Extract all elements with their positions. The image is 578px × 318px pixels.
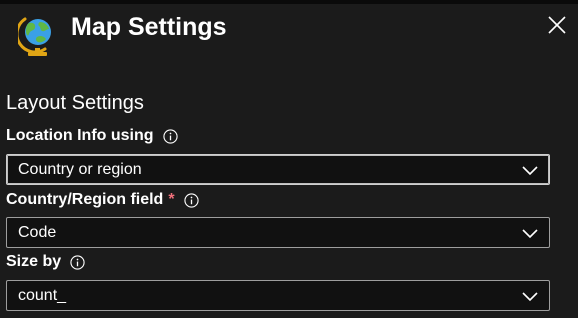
size-by-select[interactable]: count_ xyxy=(6,280,550,311)
location-info-value: Country or region xyxy=(18,161,142,178)
info-icon[interactable] xyxy=(70,254,85,270)
size-by-label-text: Size by xyxy=(6,253,62,270)
info-icon[interactable] xyxy=(183,192,199,208)
location-info-label: Location Info using xyxy=(6,125,178,147)
country-region-field-value: Code xyxy=(18,224,57,241)
panel-title: Map Settings xyxy=(71,13,227,41)
size-by-label: Size by xyxy=(6,251,85,273)
layout-settings-heading: Layout Settings xyxy=(6,92,144,114)
required-indicator: * xyxy=(168,191,175,208)
map-settings-panel: Map Settings Layout Settings Location In… xyxy=(0,0,578,318)
header-strip xyxy=(0,0,578,4)
country-region-field-label: Country/Region field * xyxy=(6,189,199,211)
globe-icon xyxy=(18,17,51,56)
chevron-down-icon xyxy=(522,292,538,302)
chevron-down-icon xyxy=(522,229,538,239)
location-info-select[interactable]: Country or region xyxy=(6,154,550,185)
country-region-field-label-text: Country/Region field xyxy=(6,191,164,208)
location-info-label-text: Location Info using xyxy=(6,127,154,144)
size-by-value: count_ xyxy=(18,287,67,304)
country-region-field-select[interactable]: Code xyxy=(6,217,550,248)
close-icon[interactable] xyxy=(544,12,570,38)
info-icon[interactable] xyxy=(162,128,178,144)
chevron-down-icon xyxy=(522,166,538,176)
